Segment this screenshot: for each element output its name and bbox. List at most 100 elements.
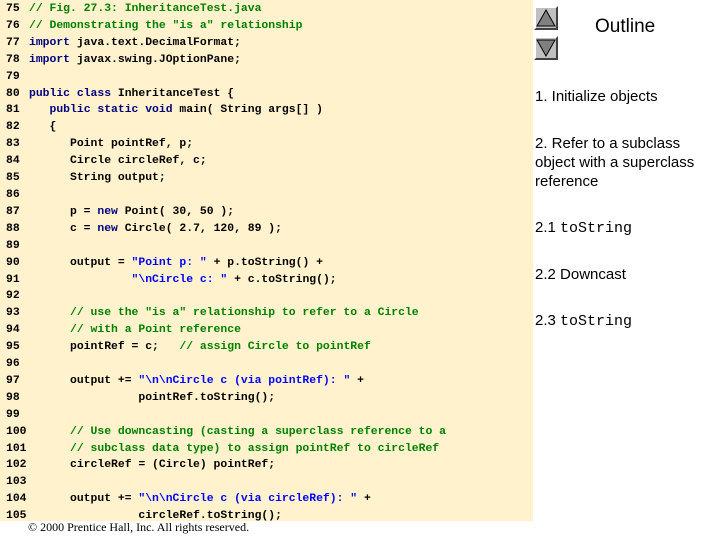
line-number: 102 [6,459,27,472]
code-line: 88 c = new Circle( 2.7, 120, 89 ); [6,221,446,238]
code-text: output = [29,256,132,269]
code-line: 77 import java.text.DecimalFormat; [6,35,446,52]
code-comment: // with a Point reference [29,324,241,337]
code-keyword: import [29,36,71,49]
line-number: 105 [6,510,27,523]
code-line: 93 // use the "is a" relationship to ref… [6,305,446,322]
code-text: Point pointRef, p; [29,138,194,151]
code-text: + [357,493,371,506]
code-text: p = [29,205,98,218]
code-comment: // Demonstrating the "is a" relationship [29,19,303,32]
line-number: 80 [6,87,20,100]
line-number: 93 [6,307,20,320]
code-line: 76 // Demonstrating the "is a" relationsh… [6,18,446,35]
code-text: pointRef.toString(); [29,391,276,404]
line-number: 103 [6,476,27,489]
outline-item-downcast: 2.2 Downcast [535,266,626,283]
code-text: javax.swing.JOptionPane; [70,53,241,66]
code-string: "\n\nCircle c (via circleRef): " [138,493,358,506]
code-line: 82 { [6,119,446,136]
code-line: 94 // with a Point reference [6,322,446,339]
code-line: 85 String output; [6,170,446,187]
outline-item-prefix: 2.1 [535,219,561,236]
code-line: 99 [6,407,446,424]
code-text: InheritanceTest { [111,87,235,100]
code-text: Point( 30, 50 ); [117,205,235,218]
code-string: "\nCircle c: " [131,273,228,286]
line-number: 99 [6,408,20,421]
code-text: Circle( 2.7, 120, 89 ); [117,222,282,235]
code-keyword: public class [29,87,112,100]
line-number: 81 [6,104,20,117]
code-text: java.text.DecimalFormat; [70,36,241,49]
code-text: output += [29,374,139,387]
line-number: 76 [6,19,20,32]
code-text: { [29,121,57,134]
code-text: + [350,374,364,387]
outline-title: Outline [595,16,656,37]
line-number: 85 [6,172,20,185]
code-text: pointRef = c; [29,341,180,354]
line-number: 84 [6,155,20,168]
line-number: 86 [6,188,20,201]
code-line: 86 [6,187,446,204]
line-number: 75 [6,3,20,15]
line-number: 77 [6,36,20,49]
code-line: 78 import javax.swing.JOptionPane; [6,52,446,69]
line-number: 88 [6,222,20,235]
code-line: 91 "\nCircle c: " + c.toString(); [6,272,446,289]
code-comment: // subclass data type) to assign pointRe… [29,442,440,455]
code-line: 83 Point pointRef, p; [6,136,446,153]
line-number: 89 [6,239,20,252]
code-keyword: new [97,222,118,235]
line-number: 83 [6,138,20,151]
line-number: 101 [6,442,27,455]
code-line: 102 circleRef = (Circle) pointRef; [6,457,446,474]
line-number: 87 [6,205,20,218]
line-number: 97 [6,374,20,387]
outline-item-code: toString [560,313,633,330]
code-line: 100 // Use downcasting (casting a superc… [6,424,446,441]
code-comment: // assign Circle to pointRef [179,341,371,354]
code-comment: // Use downcasting (casting a superclass… [29,425,446,438]
code-panel: 75 // Fig. 27.3: InheritanceTest.java 76 //… [0,0,533,522]
code-text: main( String args[] ) [172,104,323,117]
next-slide-button[interactable] [534,36,558,60]
outline-item-initialize: 1. Initialize objects [535,88,658,105]
code-text: String output; [29,172,166,185]
outline-item-tostring-1: 2.1 toString [535,218,717,238]
outline-item-refer-subclass: 2. Refer to a subclass object with a sup… [535,135,695,190]
code-line: 84 Circle circleRef, c; [6,153,446,170]
code-line: 104 output += "\n\nCircle c (via circleR… [6,491,446,508]
code-line: 98 pointRef.toString(); [6,390,446,407]
line-number: 104 [6,493,27,506]
code-text: output += [29,493,139,506]
code-line: 80 public class InheritanceTest { [6,86,446,103]
code-text: Circle circleRef, c; [29,155,207,168]
code-line: 81 public static void main( String args[… [6,102,446,119]
line-number: 91 [6,273,20,286]
line-number: 79 [6,70,20,83]
code-line: 79 [6,69,446,86]
triangle-down-icon [536,39,556,58]
triangle-up-icon [536,8,556,27]
code-text: c = [29,222,98,235]
code-keyword: new [97,205,118,218]
code-keyword: import [29,53,71,66]
line-number: 96 [6,358,20,371]
code-line: 95 pointRef = c; // assign Circle to poi… [6,339,446,356]
code-line: 90 output = "Point p: " + p.toString() + [6,255,446,272]
code-line: 75 // Fig. 27.3: InheritanceTest.java [6,1,446,18]
code-line: 92 [6,288,446,305]
previous-slide-button[interactable] [534,6,558,30]
line-number: 78 [6,53,20,66]
code-string: "Point p: " [131,256,207,269]
code-line: 97 output += "\n\nCircle c (via pointRef… [6,373,446,390]
code-text: circleRef = (Circle) pointRef; [29,459,276,472]
code-comment: // use the "is a" relationship to refer … [29,307,419,320]
outline-item-code: toString [560,220,633,237]
code-text: + c.toString(); [227,273,337,286]
outline-item-prefix: 2.3 [535,312,561,329]
